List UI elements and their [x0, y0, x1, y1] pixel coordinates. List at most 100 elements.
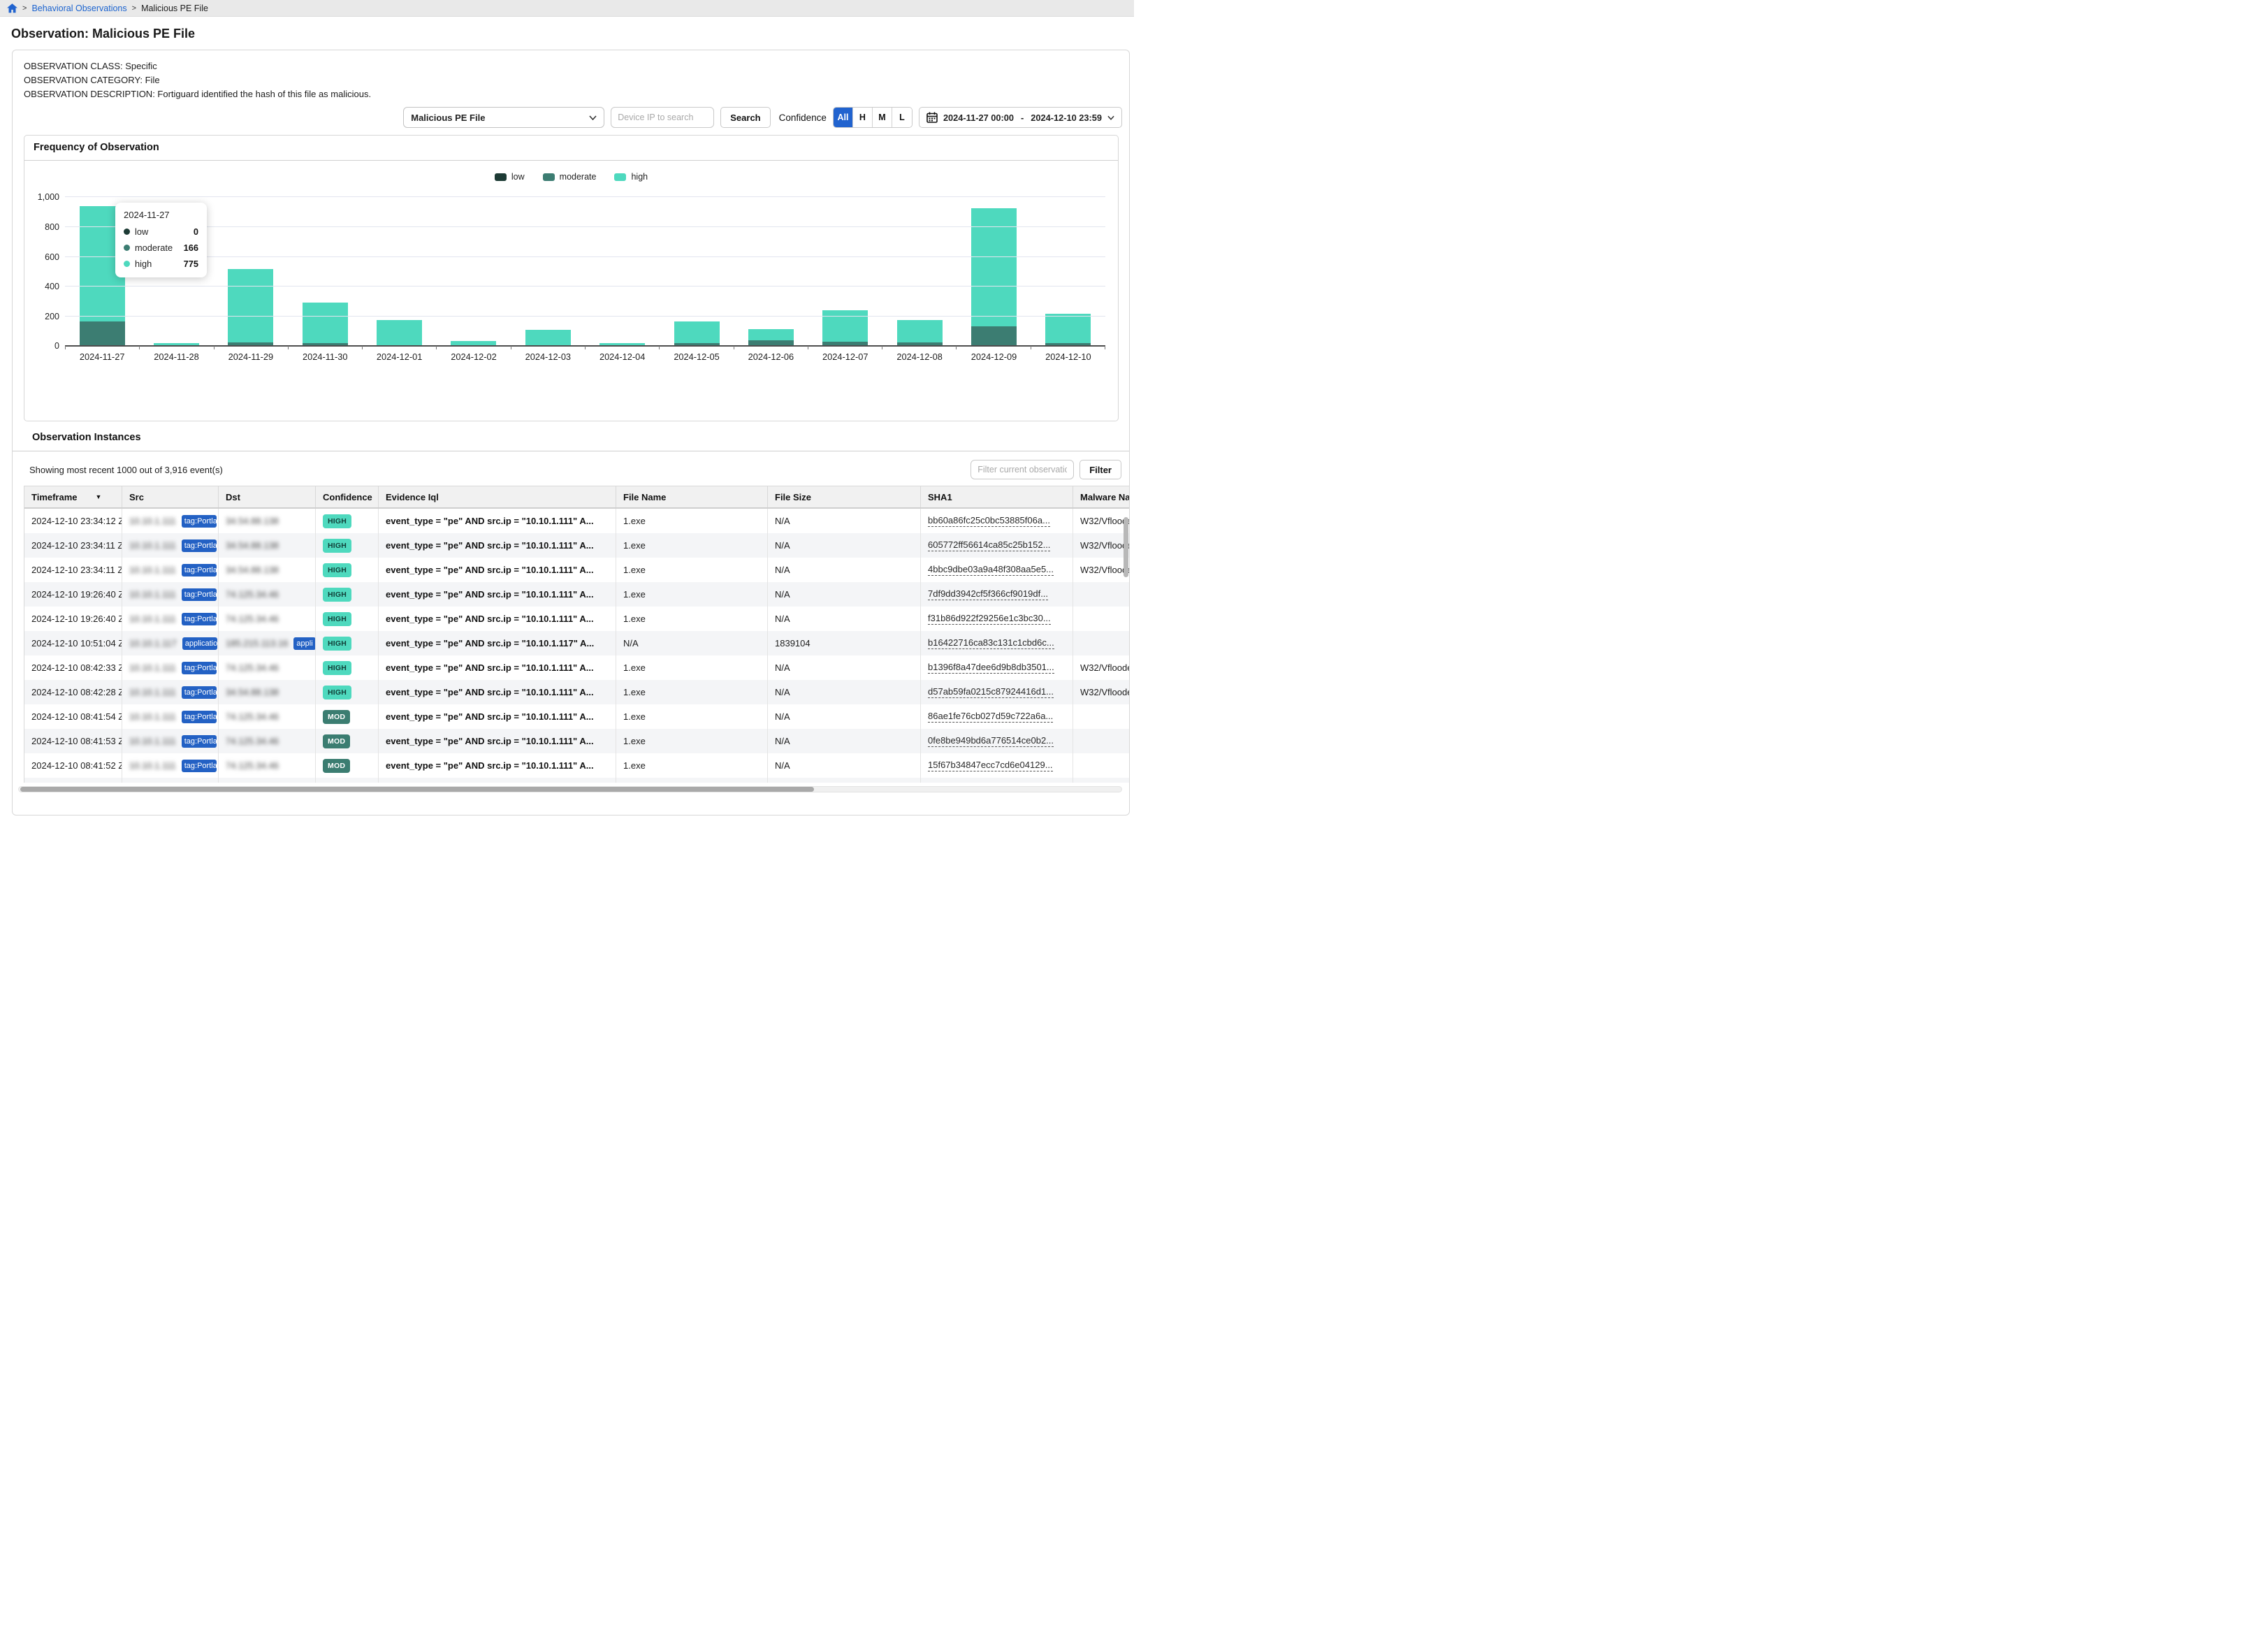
x-axis-label: 2024-12-08 [882, 351, 957, 362]
breadcrumb-current: Malicious PE File [141, 3, 208, 13]
sha1-link[interactable]: b1396f8a47dee6d9b8db3501... [928, 662, 1054, 674]
legend-item-moderate[interactable]: moderate [543, 172, 597, 182]
sha1-link[interactable]: 7df9dd3942cf5f366cf9019df... [928, 588, 1048, 600]
cell-timeframe: 2024-12-10 08:42:33 Z [24, 655, 122, 680]
x-axis-label: 2024-11-27 [65, 351, 139, 362]
confidence-option-all[interactable]: All [834, 108, 853, 127]
cell-sha1: bb60a86fc25c0bc53885f06a... [921, 509, 1073, 533]
column-header-malware-name[interactable]: Malware Name [1073, 486, 1130, 507]
breadcrumb: > Behavioral Observations > Malicious PE… [0, 0, 1134, 17]
table-row: 2024-12-10 23:34:11 Z10.10.1.111tag:Port… [24, 533, 1129, 558]
bar-stack [674, 321, 720, 347]
evidence-query: event_type = "pe" AND src.ip = "10.10.1.… [386, 760, 594, 771]
date-range-separator: - [1021, 113, 1024, 123]
column-header-timeframe[interactable]: Timeframe▼ [24, 486, 122, 507]
x-axis-tick [734, 346, 808, 349]
bar-group-2024-12-04[interactable] [586, 197, 660, 346]
gridline [65, 316, 1105, 317]
confidence-option-h[interactable]: H [853, 108, 873, 127]
column-header-label: Confidence [323, 492, 372, 502]
cell-timeframe: 2024-12-10 23:34:12 Z [24, 509, 122, 533]
table-row: 2024-12-10 19:26:40 Z10.10.1.111tag:Port… [24, 607, 1129, 631]
dst-ip-redacted: 34.54.88.138 [226, 565, 279, 575]
sha1-link[interactable]: 605772ff56614ca85c25b152... [928, 539, 1050, 551]
column-header-evidence-iql[interactable]: Evidence Iql [379, 486, 616, 507]
column-header-src[interactable]: Src [122, 486, 219, 507]
bar-group-2024-12-07[interactable] [808, 197, 882, 346]
legend-item-low[interactable]: low [495, 172, 525, 182]
confidence-badge: MOD [323, 759, 350, 773]
sha1-link[interactable]: 4bbc9dbe03a9a48f308aa5e5... [928, 564, 1054, 576]
bar-group-2024-12-02[interactable] [437, 197, 511, 346]
x-axis-tick [289, 346, 363, 349]
column-header-dst[interactable]: Dst [219, 486, 316, 507]
sha1-link[interactable]: 0fe8be949bd6a776514ce0b2... [928, 735, 1054, 747]
sha1-link[interactable]: 15f67b34847ecc7cd6e04129... [928, 760, 1053, 771]
confidence-option-l[interactable]: L [892, 108, 912, 127]
column-header-sha1[interactable]: SHA1 [921, 486, 1073, 507]
bar-stack [525, 330, 571, 346]
bar-segment-moderate [80, 321, 125, 346]
sha1-link[interactable]: f31b86d922f29256e1c3bc30... [928, 613, 1051, 625]
sha1-link[interactable]: 86ae1fe76cb027d59c722a6a... [928, 711, 1053, 723]
bar-group-2024-11-29[interactable] [214, 197, 288, 346]
breadcrumb-link-behavioral-observations[interactable]: Behavioral Observations [31, 3, 126, 13]
column-header-confidence[interactable]: Confidence [316, 486, 379, 507]
bar-group-2024-12-08[interactable] [882, 197, 957, 346]
column-header-file-size[interactable]: File Size [768, 486, 921, 507]
column-header-file-name[interactable]: File Name [616, 486, 768, 507]
device-ip-input[interactable] [611, 107, 714, 128]
bar-group-2024-12-03[interactable] [511, 197, 585, 346]
confidence-option-m[interactable]: M [873, 108, 892, 127]
sort-descending-icon[interactable]: ▼ [96, 493, 102, 500]
cell-file-name: 1.exe [616, 533, 768, 558]
chart-tooltip: 2024-11-27 low0moderate166high775 [115, 203, 207, 277]
tooltip-dot-high [124, 261, 130, 267]
search-button[interactable]: Search [720, 107, 770, 128]
legend-item-high[interactable]: high [614, 172, 648, 182]
vertical-scrollbar-thumb[interactable] [1124, 517, 1128, 577]
date-range-picker[interactable]: 2024-11-27 00:00 - 2024-12-10 23:59 [919, 107, 1122, 128]
chevron-down-icon [589, 115, 597, 120]
src-tag-badge: tag:Portla [182, 662, 217, 674]
bar-group-2024-11-30[interactable] [288, 197, 362, 346]
sha1-link[interactable]: bb60a86fc25c0bc53885f06a... [928, 515, 1050, 527]
x-axis-label: 2024-12-03 [511, 351, 585, 362]
cell-malware-name [1073, 778, 1130, 783]
bar-stack [228, 269, 273, 347]
observation-type-select[interactable]: Malicious PE File [403, 107, 604, 128]
src-tag-badge: tag:Portla [182, 735, 217, 748]
x-axis-tick [1031, 346, 1105, 349]
cell-confidence: HIGH [316, 582, 379, 607]
cell-evidence-iql: event_type = "pe" AND src.ip = "10.10.1.… [379, 680, 616, 704]
bar-stack [897, 320, 943, 346]
cell-file-name: 1.exe [616, 655, 768, 680]
evidence-query: event_type = "pe" AND src.ip = "10.10.1.… [386, 589, 594, 600]
bar-group-2024-12-09[interactable] [957, 197, 1031, 346]
bar-group-2024-12-10[interactable] [1031, 197, 1105, 346]
horizontal-scrollbar[interactable] [18, 786, 1122, 792]
bar-stack [303, 303, 348, 347]
filter-results-input[interactable] [971, 460, 1074, 479]
bar-group-2024-12-05[interactable] [660, 197, 734, 346]
bar-group-2024-12-06[interactable] [734, 197, 808, 346]
src-tag-badge: applicatio [182, 637, 217, 650]
bar-group-2024-12-01[interactable] [362, 197, 436, 346]
chart-legend: low moderate high [24, 168, 1118, 186]
bar-segment-high [748, 329, 794, 341]
tooltip-series-label: moderate [135, 242, 179, 253]
home-icon[interactable] [7, 3, 17, 13]
sha1-link[interactable]: d57ab59fa0215c87924416d1... [928, 686, 1054, 698]
filter-button[interactable]: Filter [1080, 460, 1121, 479]
horizontal-scrollbar-thumb[interactable] [20, 787, 814, 792]
cell-file-name: N/A [616, 631, 768, 655]
cell-confidence: HIGH [316, 509, 379, 533]
sha1-link[interactable]: b16422716ca83c131c1cbd6c... [928, 637, 1054, 649]
src-ip-redacted: 10.10.1.111 [129, 516, 176, 526]
x-axis-label: 2024-12-09 [957, 351, 1031, 362]
x-axis-tick [808, 346, 882, 349]
cell-confidence: HIGH [316, 607, 379, 631]
confidence-badge: HIGH [323, 539, 351, 553]
cell-malware-name [1073, 753, 1130, 778]
chart-x-axis-labels: 2024-11-272024-11-282024-11-292024-11-30… [65, 351, 1105, 362]
